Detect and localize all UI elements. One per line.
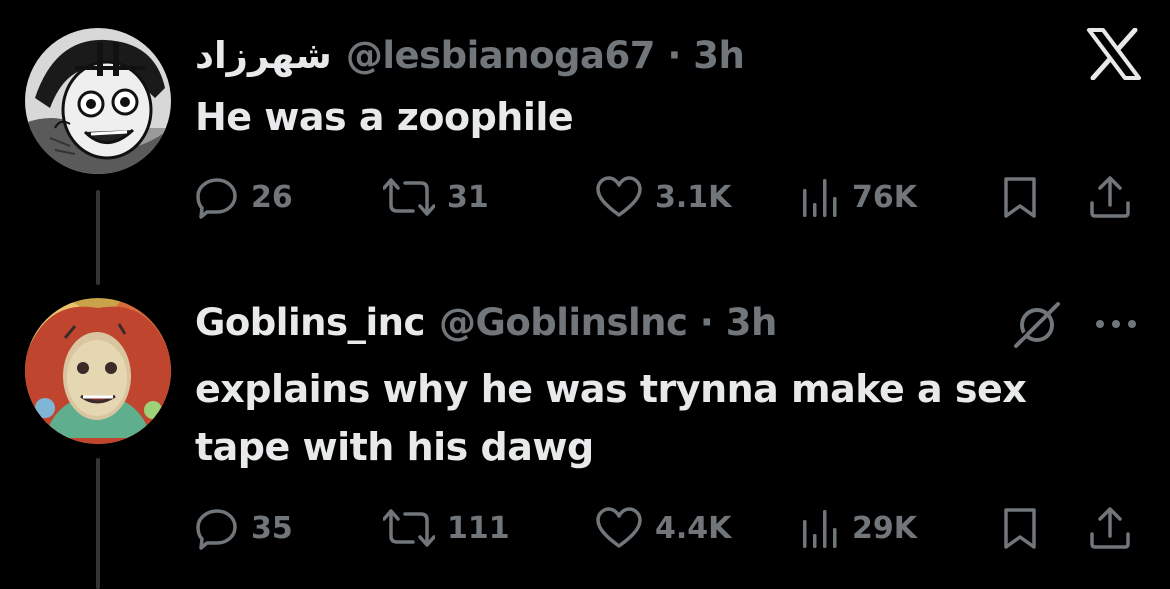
repost-count: 31 (447, 179, 489, 215)
tweet-2-display-name[interactable]: Goblins_inc (195, 301, 425, 344)
bookmark-button[interactable] (1000, 172, 1040, 222)
avatar-tweet-2[interactable] (25, 298, 171, 444)
repost-button[interactable]: 31 (383, 172, 489, 222)
views-count: 29K (852, 510, 917, 546)
like-button[interactable]: 4.4K (595, 503, 731, 553)
avatar-tweet-1[interactable] (25, 28, 171, 174)
share-icon (1088, 175, 1132, 219)
bookmark-icon (1000, 175, 1040, 219)
thread-line-bottom (96, 458, 100, 589)
repost-icon (383, 175, 435, 219)
tweet-1-display-name[interactable]: شهرزاد (195, 34, 332, 77)
like-button[interactable]: 3.1K (595, 172, 731, 222)
like-count: 4.4K (655, 510, 732, 546)
bookmark-button[interactable] (1000, 503, 1040, 553)
tweet-2-handle[interactable]: @Goblinslnc · 3h (439, 301, 777, 344)
grok-icon[interactable] (1012, 300, 1062, 354)
like-count: 3.1K (655, 179, 732, 215)
reply-count: 35 (251, 510, 293, 546)
views-button[interactable]: 76K (800, 172, 917, 222)
tweet-2-text: explains why he was trynna make a sex ta… (195, 367, 1027, 469)
tweet-1-actions: 26 31 3.1K 76K (195, 172, 1140, 222)
tweet-2-header: Goblins_inc @Goblinslnc · 3h (195, 297, 777, 347)
tweet-1-header: شهرزاد @lesbianoga67 · 3h (195, 30, 745, 80)
reply-icon (195, 506, 239, 550)
reply-button[interactable]: 35 (195, 503, 293, 553)
views-count: 76K (852, 179, 917, 215)
share-icon (1088, 506, 1132, 550)
reply-count: 26 (251, 179, 293, 215)
x-logo-icon[interactable] (1085, 27, 1143, 84)
repost-button[interactable]: 111 (383, 503, 510, 553)
repost-count: 111 (447, 510, 510, 546)
more-dots-icon[interactable] (1094, 314, 1138, 338)
share-button[interactable] (1088, 503, 1132, 553)
thread-line-top (96, 190, 100, 285)
heart-icon (595, 506, 643, 550)
reply-icon (195, 175, 239, 219)
repost-icon (383, 506, 435, 550)
views-icon (800, 175, 840, 219)
views-button[interactable]: 29K (800, 503, 917, 553)
share-button[interactable] (1088, 172, 1132, 222)
tweet-1-text: He was a zoophile (195, 95, 574, 139)
reply-button[interactable]: 26 (195, 172, 293, 222)
bookmark-icon (1000, 506, 1040, 550)
views-icon (800, 506, 840, 550)
tweet-1-handle[interactable]: @lesbianoga67 · 3h (346, 34, 745, 77)
heart-icon (595, 175, 643, 219)
tweet-2-actions: 35 111 4.4K 29K (195, 503, 1140, 553)
